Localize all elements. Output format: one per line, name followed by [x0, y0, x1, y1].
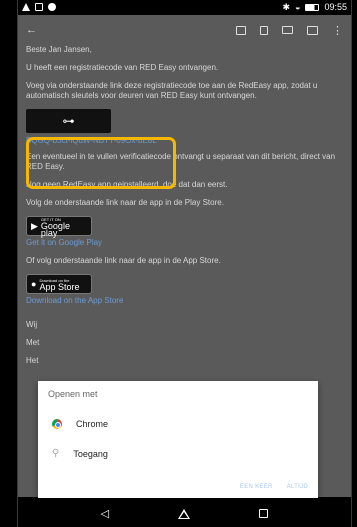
more-icon[interactable]: ⋮ [332, 24, 343, 37]
home-nav-icon[interactable] [178, 508, 191, 519]
chrome-icon [52, 419, 62, 429]
mail-icon[interactable] [282, 26, 293, 34]
option-chrome[interactable]: Chrome [52, 419, 108, 429]
wifi-icon: ◒ [295, 2, 301, 12]
email-line-2: Voeg via onderstaande link deze registra… [26, 81, 318, 100]
key-plus-icon: ⊶ [62, 114, 75, 128]
warning-icon [22, 3, 30, 11]
email-body: Beste Jan Jansen, U heeft een registrati… [18, 45, 351, 366]
back-nav-icon[interactable]: ◁ [101, 507, 109, 520]
open-with-dialog: Openen met Chrome ⚲ Toegang EEN KEER ALT… [38, 381, 318, 498]
email-toolbar: ← ⋮ [18, 15, 351, 45]
email-line-5: Volg de onderstaande link naar de app in… [26, 198, 224, 207]
device-frame: ✱ ◒ 09:55 ← ⋮ Beste Jan Jansen, U heeft … [0, 0, 357, 527]
email-line-cut-3: Het [26, 356, 39, 365]
option-toegang-label: Toegang [73, 448, 108, 459]
email-line-cut-2: Met [26, 338, 40, 347]
battery-icon [305, 3, 320, 11]
back-arrow-icon[interactable]: ← [26, 24, 37, 36]
apple-icon: ● [31, 279, 37, 289]
play-triangle-icon: ▶ [31, 221, 38, 231]
app-store-badge-big: App Store [39, 282, 80, 292]
app-circle-icon [48, 3, 56, 11]
option-toegang[interactable]: ⚲ Toegang [52, 448, 108, 459]
email-line-cut-1: Wij [26, 320, 38, 329]
archive-icon[interactable] [236, 25, 246, 35]
google-play-link[interactable]: Get it on Google Play [26, 238, 343, 248]
always-button[interactable]: ALTIJD [287, 484, 308, 490]
image-icon [35, 3, 43, 11]
device-edge-right [351, 0, 352, 527]
google-play-badge-big: Google play [40, 220, 70, 238]
once-button[interactable]: EEN KEER [240, 484, 273, 490]
app-store-link[interactable]: Download on the App Store [26, 296, 343, 306]
app-store-badge[interactable]: ● Download on the App Store [26, 274, 92, 294]
add-key-button[interactable]: ⊶ [26, 109, 111, 133]
registration-highlight-box [26, 137, 176, 189]
recents-nav-icon[interactable] [259, 509, 269, 518]
navigation-bar: ◁ [18, 500, 351, 527]
greeting: Beste Jan Jansen, [26, 45, 92, 54]
key-icon: ⚲ [52, 448, 60, 459]
google-play-badge[interactable]: ▶ GET IT ON Google play [26, 216, 92, 238]
label-icon[interactable] [307, 25, 318, 35]
bluetooth-icon: ✱ [282, 2, 291, 12]
email-line-1: U heeft een registratiecode van RED Easy… [26, 63, 219, 72]
option-chrome-label: Chrome [76, 419, 109, 429]
clock: 09:55 [324, 2, 347, 12]
dialog-title: Openen met [48, 389, 98, 399]
delete-icon[interactable] [260, 25, 268, 35]
email-line-6: Of volg onderstaande link naar de app in… [26, 256, 221, 265]
status-bar: ✱ ◒ 09:55 [18, 0, 351, 14]
